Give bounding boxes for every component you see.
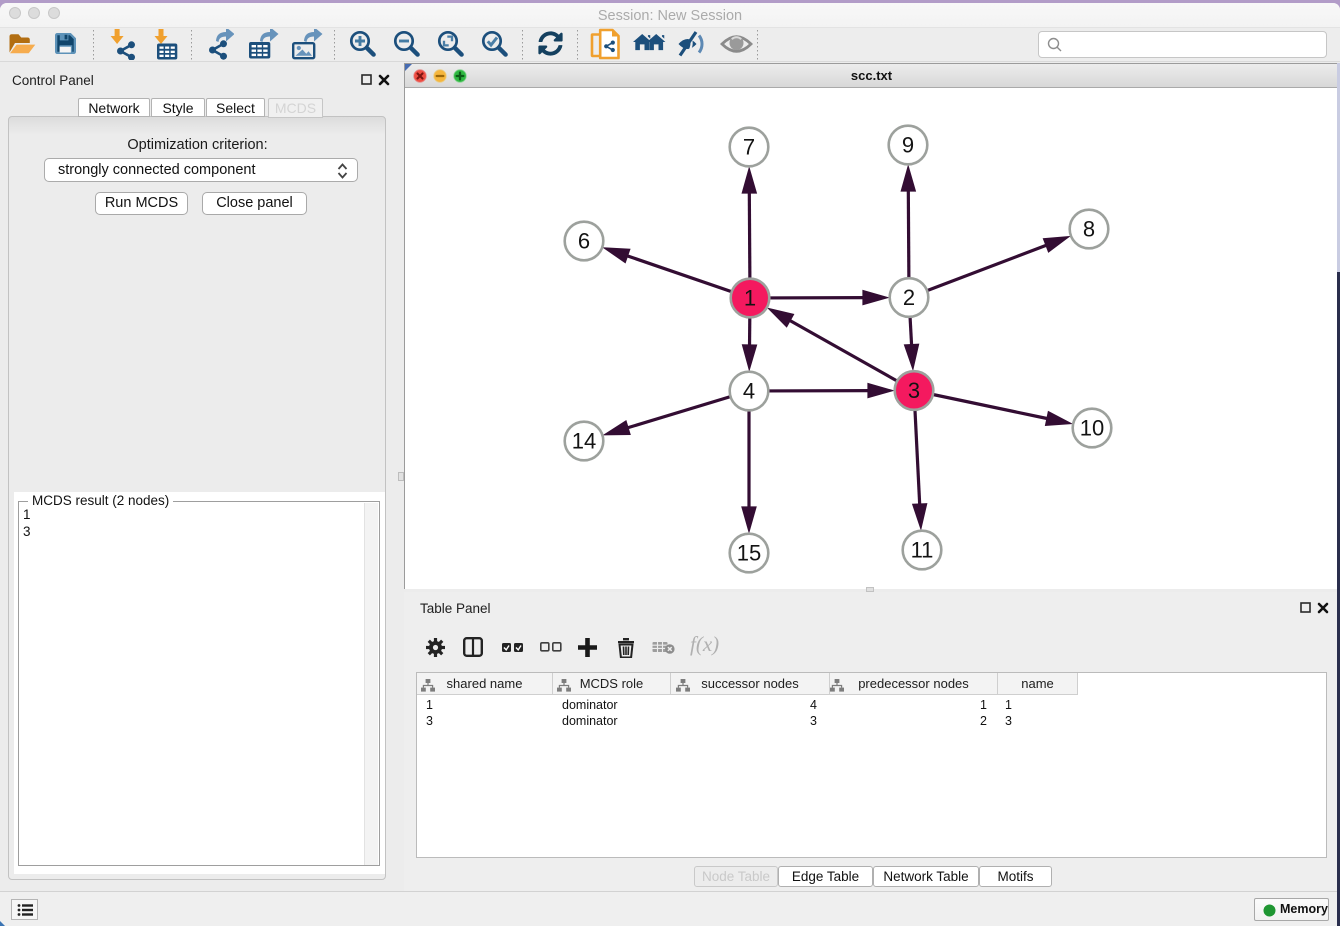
svg-text:10: 10 <box>1080 416 1104 441</box>
svg-text:2: 2 <box>903 285 915 310</box>
svg-text:15: 15 <box>737 541 761 566</box>
svg-text:9: 9 <box>902 133 914 158</box>
svg-text:14: 14 <box>572 429 596 454</box>
svg-text:11: 11 <box>911 538 934 563</box>
svg-text:7: 7 <box>743 135 755 160</box>
svg-text:6: 6 <box>578 229 590 254</box>
svg-text:1: 1 <box>744 286 756 311</box>
svg-text:8: 8 <box>1083 217 1095 242</box>
svg-text:4: 4 <box>743 379 755 404</box>
svg-text:3: 3 <box>908 378 920 403</box>
